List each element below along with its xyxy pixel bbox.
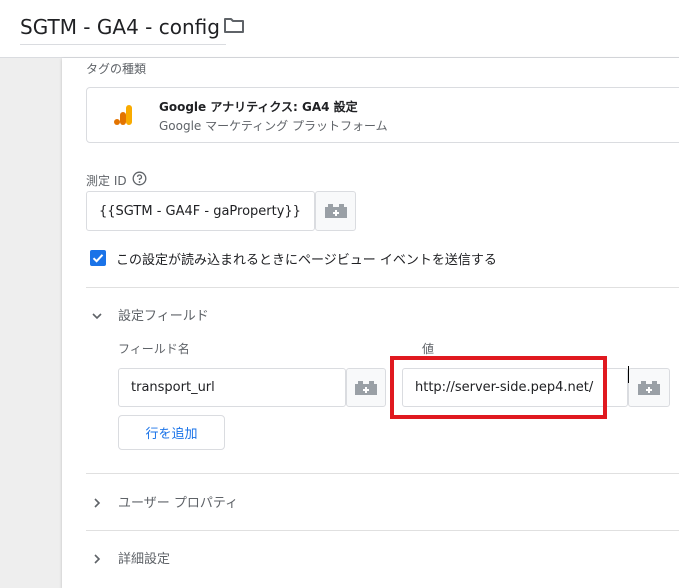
field-value-variable-icon[interactable] <box>628 368 670 407</box>
send-pageview-checkbox[interactable] <box>90 250 106 266</box>
add-row-button[interactable]: 行を追加 <box>118 415 225 450</box>
send-pageview-label: この設定が読み込まれるときにページビュー イベントを送信する <box>116 253 497 268</box>
measurement-id-input[interactable]: {{SGTM - GA4F - gaProperty}} <box>86 191 315 231</box>
tag-config-card: タグの種類 Google アナリティクス: GA4 設定 Google マーケテ… <box>62 58 679 588</box>
advanced-settings-toggle[interactable]: 詳細設定 <box>118 548 170 567</box>
value-column-header: 値 <box>422 342 435 356</box>
folder-icon[interactable] <box>224 17 244 33</box>
tag-type-selector[interactable]: Google アナリティクス: GA4 設定 Google マーケティング プラ… <box>86 87 679 143</box>
field-name-column-header: フィールド名 <box>118 342 190 356</box>
divider <box>86 530 679 531</box>
measurement-id-label: 測定 ID <box>86 174 127 188</box>
variable-picker-icon[interactable] <box>315 191 356 231</box>
divider <box>86 287 679 288</box>
tag-title[interactable]: SGTM - GA4 - config <box>20 12 226 45</box>
tag-type-name: Google アナリティクス: GA4 設定 <box>159 100 358 114</box>
text-cursor <box>628 366 629 383</box>
chevron-right-icon[interactable] <box>91 494 103 508</box>
field-name-variable-icon[interactable] <box>346 368 386 407</box>
tag-type-label: タグの種類 <box>86 62 147 76</box>
tag-type-subtitle: Google マーケティング プラットフォーム <box>159 119 388 133</box>
chevron-right-icon[interactable] <box>91 550 103 564</box>
fields-to-set-toggle[interactable]: 設定フィールド <box>118 305 209 324</box>
divider <box>86 473 679 474</box>
help-icon[interactable] <box>132 171 147 186</box>
user-properties-toggle[interactable]: ユーザー プロパティ <box>118 492 238 511</box>
field-name-input[interactable]: transport_url <box>118 368 346 407</box>
header: SGTM - GA4 - config <box>0 0 679 58</box>
chevron-down-icon[interactable] <box>91 307 103 320</box>
field-value-input[interactable]: http://server-side.pep4.net/ <box>402 368 628 407</box>
google-analytics-icon <box>113 104 133 126</box>
